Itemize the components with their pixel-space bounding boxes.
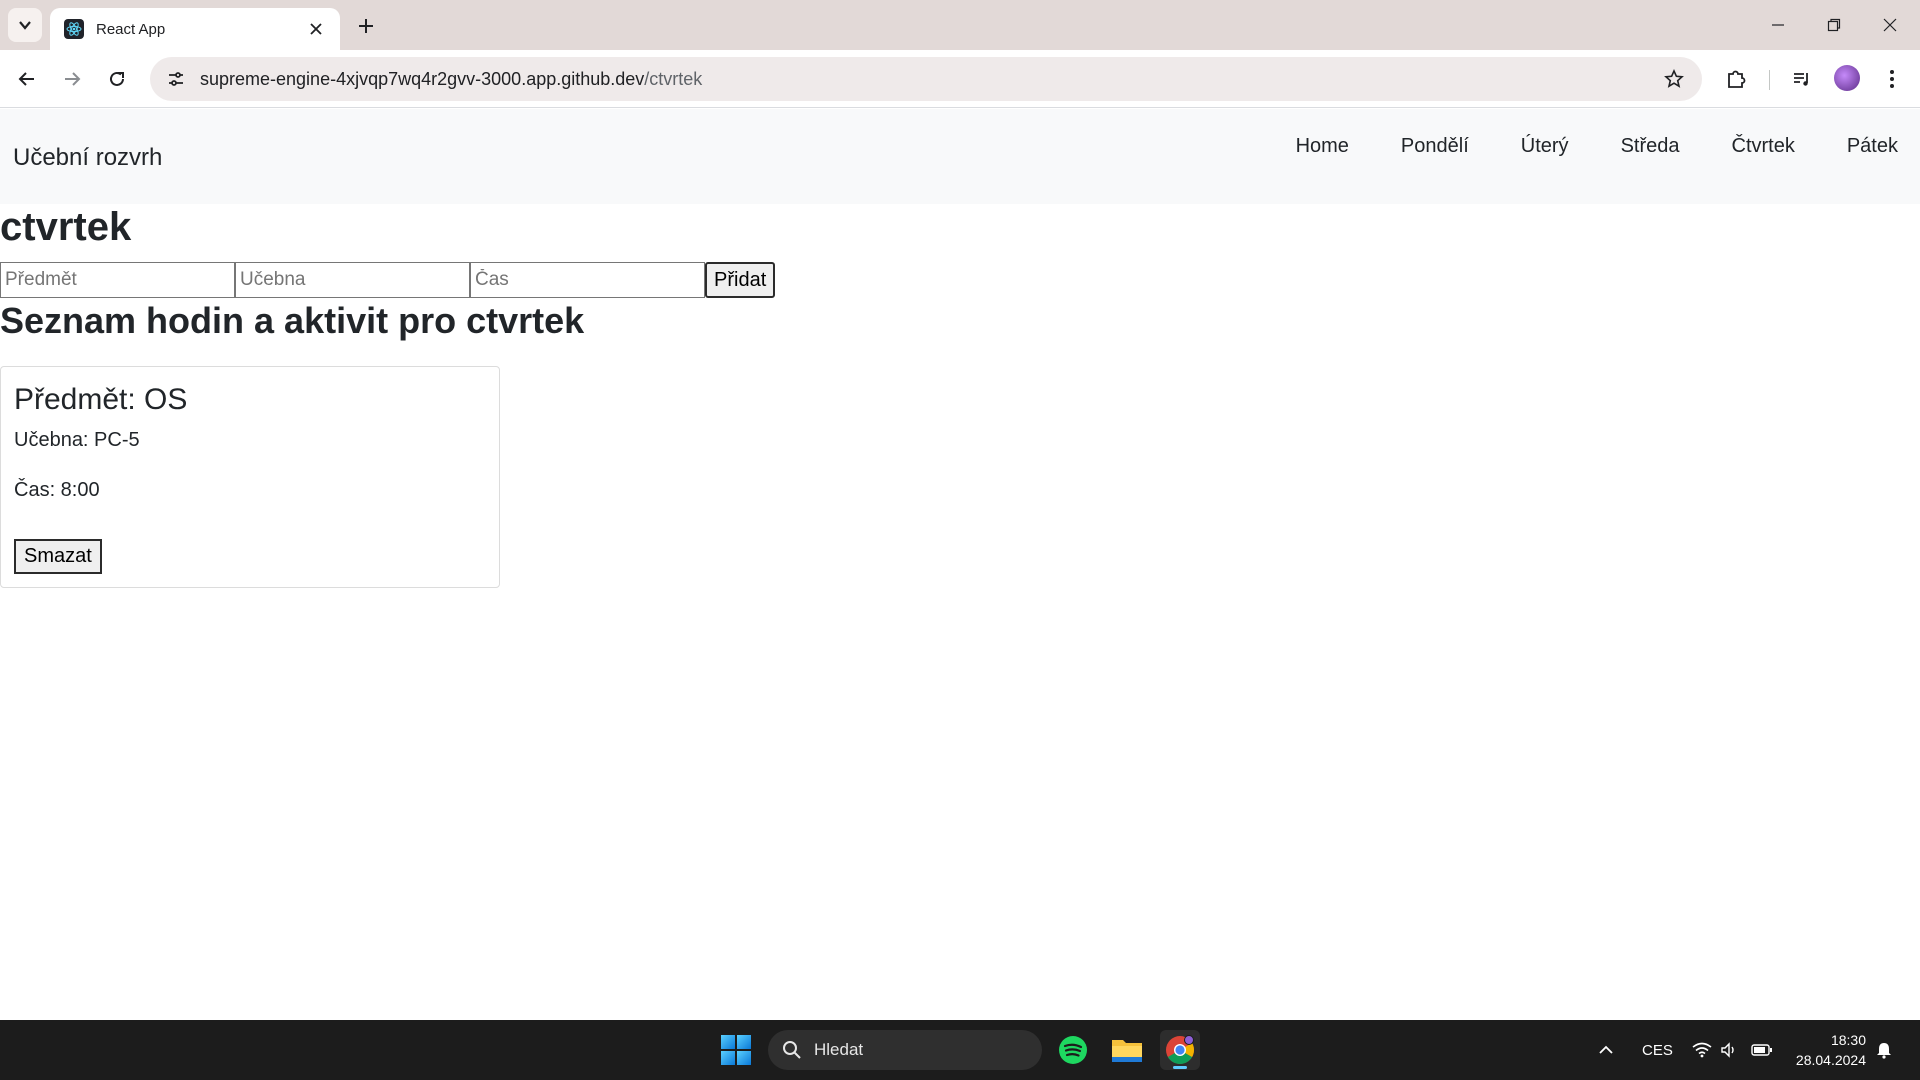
nav-link-home[interactable]: Home [1296, 135, 1349, 158]
nav-link-pondeli[interactable]: Pondělí [1401, 135, 1469, 158]
nav-link-streda[interactable]: Středa [1621, 135, 1680, 158]
arrow-right-icon [65, 72, 81, 86]
clock-time: 18:30 [1830, 1032, 1866, 1048]
toolbar-separator [1769, 70, 1770, 90]
menu-button[interactable] [1874, 61, 1910, 97]
forward-button[interactable] [54, 61, 90, 97]
delete-button[interactable]: Smazat [14, 539, 102, 574]
taskbar-clock[interactable]: 18:30 28.04.2024 [1796, 1030, 1866, 1070]
volume-icon[interactable] [1720, 1020, 1738, 1080]
file-explorer-app[interactable] [1107, 1030, 1147, 1070]
card-subject: Předmět: OS [14, 383, 188, 416]
search-icon [783, 1041, 801, 1059]
tray-overflow-icon[interactable] [1598, 1020, 1614, 1080]
list-heading: Seznam hodin a aktivit pro ctvrtek [0, 300, 585, 341]
windows-start-icon[interactable] [721, 1035, 751, 1065]
tune-icon[interactable] [154, 57, 198, 101]
tab-close-icon[interactable] [306, 19, 326, 39]
extensions-button[interactable] [1718, 61, 1754, 97]
taskbar-search-label: Hledat [814, 1040, 864, 1059]
spotify-icon [1059, 1036, 1087, 1064]
reload-button[interactable] [99, 61, 135, 97]
app-navbar: Učební rozvrh Home Pondělí Úterý Středa … [0, 109, 1920, 204]
add-button[interactable]: Přidat [705, 262, 776, 298]
restore-button[interactable] [1806, 0, 1862, 50]
tab-strip: React App [0, 0, 1920, 50]
chrome-icon [1166, 1035, 1194, 1064]
close-icon [1883, 18, 1897, 32]
arrow-left-icon [18, 72, 34, 86]
puzzle-icon [1728, 70, 1746, 88]
url-path: /ctvrtek [644, 68, 703, 89]
close-window-button[interactable] [1862, 0, 1918, 50]
nav-links: Home Pondělí Úterý Středa Čtvrtek Pátek [1244, 135, 1898, 158]
url-host: supreme-engine-4xjvqp7wq4r2gvv-3000.app.… [200, 68, 645, 89]
notification-bell-icon[interactable] [1875, 1020, 1893, 1080]
active-indicator [1173, 1066, 1187, 1069]
folder-icon [1112, 1040, 1142, 1062]
back-button[interactable] [9, 61, 45, 97]
address-bar[interactable]: supreme-engine-4xjvqp7wq4r2gvv-3000.app.… [150, 57, 1702, 101]
react-icon [64, 19, 84, 39]
nav-link-utery[interactable]: Úterý [1521, 135, 1569, 158]
taskbar: Hledat CES 18:30 28.04.2024 [0, 1020, 1920, 1080]
wifi-icon[interactable] [1692, 1020, 1712, 1080]
chrome-app[interactable] [1160, 1030, 1200, 1070]
browser-tab[interactable]: React App [50, 8, 340, 50]
kebab-menu-icon [1890, 70, 1894, 88]
battery-icon[interactable] [1751, 1020, 1773, 1080]
taskbar-search[interactable]: Hledat [768, 1030, 1042, 1070]
tab-title: React App [96, 20, 166, 38]
minimize-button[interactable] [1750, 0, 1806, 50]
restore-icon [1827, 18, 1841, 32]
nav-link-ctvrtek[interactable]: Čtvrtek [1732, 135, 1795, 158]
nav-link-patek[interactable]: Pátek [1847, 135, 1898, 158]
navbar-brand[interactable]: Učební rozvrh [13, 144, 162, 172]
tab-search-button[interactable] [8, 8, 42, 42]
plus-icon [359, 19, 373, 33]
spotify-app[interactable] [1053, 1030, 1093, 1070]
schedule-card: Předmět: OS Učebna: PC-5 Čas: 8:00 Smaza… [0, 366, 500, 588]
minimize-icon [1772, 24, 1784, 26]
media-button[interactable] [1784, 61, 1820, 97]
card-time: Čas: 8:00 [14, 479, 100, 501]
page-title: ctvrtek [0, 205, 132, 249]
media-queue-icon [1794, 73, 1808, 86]
url-text: supreme-engine-4xjvqp7wq4r2gvv-3000.app.… [200, 69, 1654, 90]
subject-input[interactable] [0, 262, 235, 298]
card-room: Učebna: PC-5 [14, 429, 140, 451]
add-entry-form: Přidat [0, 262, 776, 298]
star-icon[interactable] [1654, 59, 1694, 99]
chevron-down-icon [19, 21, 31, 30]
time-input[interactable] [470, 262, 705, 298]
room-input[interactable] [235, 262, 470, 298]
new-tab-button[interactable] [352, 12, 380, 40]
avatar[interactable] [1834, 65, 1860, 91]
language-indicator[interactable]: CES [1642, 1020, 1673, 1080]
reload-icon [110, 71, 124, 86]
browser-toolbar: supreme-engine-4xjvqp7wq4r2gvv-3000.app.… [0, 50, 1920, 108]
clock-date: 28.04.2024 [1795, 1052, 1866, 1068]
